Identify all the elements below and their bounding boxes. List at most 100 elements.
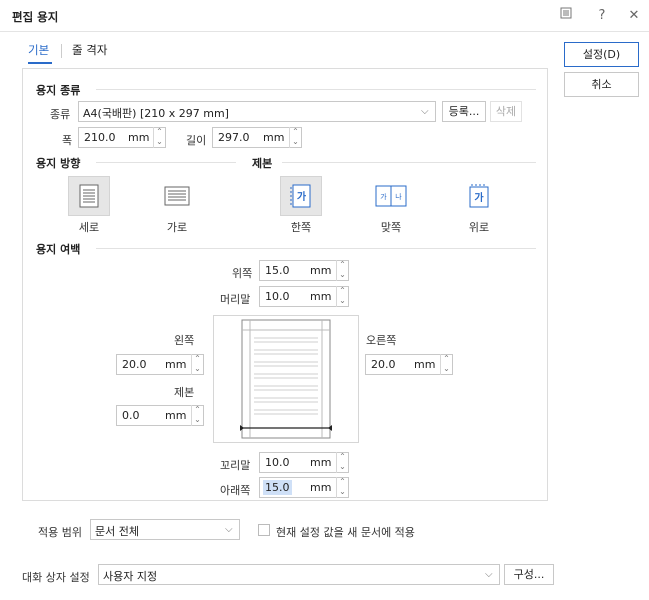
restore-icon[interactable]	[556, 6, 576, 26]
top-margin-value: 15.0	[265, 264, 290, 277]
dialog-setting-value: 사용자 지정	[103, 570, 158, 583]
unit: mm	[165, 358, 187, 371]
chevron-down-icon: ⌵	[225, 524, 233, 535]
binding-top-icon: 가	[469, 184, 489, 208]
paper-type-select[interactable]: A4(국배판) [210 x 297 mm] ⌵	[78, 101, 436, 122]
gutter-margin-stepper[interactable]: ⌃ ⌄	[191, 405, 203, 426]
delete-button[interactable]: 삭제	[490, 101, 522, 122]
tab-basic[interactable]: 기본	[28, 42, 49, 58]
unit: mm	[165, 409, 187, 422]
binding-facing-label: 맞쪽	[380, 221, 402, 234]
length-label: 길이	[186, 134, 207, 147]
length-stepper[interactable]: ⌃ ⌄	[289, 127, 301, 148]
portrait-label: 세로	[78, 221, 100, 234]
top-margin-field[interactable]: 15.0 mm ⌃ ⌄	[259, 260, 349, 281]
paper-type-title: 용지 종류	[36, 84, 81, 97]
dialog-setting-label: 대화 상자 설정	[22, 571, 90, 584]
right-margin-label: 오른쪽	[366, 334, 397, 347]
right-margin-value: 20.0	[371, 358, 396, 371]
margin-preview	[213, 315, 359, 443]
footer-margin-field[interactable]: 10.0 mm ⌃ ⌄	[259, 452, 349, 473]
apply-new-doc-label: 현재 설정 값을 새 문서에 적용	[276, 526, 415, 539]
portrait-page-icon	[79, 184, 99, 208]
divider	[282, 162, 536, 163]
unit: mm	[310, 290, 332, 303]
width-label: 폭	[62, 134, 73, 147]
ok-button[interactable]: 설정(D)	[564, 42, 639, 67]
unit: mm	[310, 456, 332, 469]
gutter-margin-label: 제본	[174, 386, 195, 399]
bottom-margin-stepper[interactable]: ⌃ ⌄	[336, 477, 348, 498]
divider	[96, 89, 536, 90]
close-icon[interactable]: ✕	[624, 6, 644, 26]
width-stepper[interactable]: ⌃ ⌄	[153, 127, 165, 148]
binding-single-option[interactable]: 가	[280, 176, 322, 216]
landscape-page-icon	[164, 186, 190, 206]
unit: mm	[310, 264, 332, 277]
orientation-title: 용지 방향	[36, 157, 81, 170]
left-margin-value: 20.0	[122, 358, 147, 371]
binding-single-icon: 가	[290, 184, 311, 208]
left-margin-stepper[interactable]: ⌃ ⌄	[191, 354, 203, 375]
register-button[interactable]: 등록...	[442, 101, 486, 122]
footer-margin-stepper[interactable]: ⌃ ⌄	[336, 452, 348, 473]
apply-range-select[interactable]: 문서 전체 ⌵	[90, 519, 240, 540]
page-preview-graphic	[240, 319, 332, 439]
svg-text:가: 가	[380, 192, 387, 201]
left-margin-field[interactable]: 20.0 mm ⌃ ⌄	[116, 354, 204, 375]
landscape-option[interactable]	[156, 176, 198, 216]
landscape-label: 가로	[166, 221, 188, 234]
binding-single-label: 한쪽	[290, 221, 312, 234]
header-margin-label: 머리말	[220, 293, 251, 306]
bottom-margin-value: 15.0	[263, 480, 292, 495]
tab-line-grid[interactable]: 줄 격자	[72, 42, 107, 58]
portrait-option[interactable]	[68, 176, 110, 216]
width-value: 210.0	[84, 131, 116, 144]
length-unit: mm	[263, 131, 285, 144]
top-margin-stepper[interactable]: ⌃ ⌄	[336, 260, 348, 281]
apply-range-label: 적용 범위	[38, 526, 82, 539]
help-icon[interactable]: ?	[592, 6, 612, 26]
bottom-margin-field[interactable]: 15.0 mm ⌃ ⌄	[259, 477, 349, 498]
apply-new-doc-checkbox[interactable]	[258, 524, 270, 536]
width-field[interactable]: 210.0 mm ⌃ ⌄	[78, 127, 166, 148]
binding-top-label: 위로	[468, 221, 490, 234]
top-margin-label: 위쪽	[232, 267, 253, 280]
chevron-down-icon: ⌵	[421, 106, 429, 117]
title-bar	[0, 0, 649, 32]
header-margin-value: 10.0	[265, 290, 290, 303]
length-field[interactable]: 297.0 mm ⌃ ⌄	[212, 127, 302, 148]
configure-button[interactable]: 구성...	[504, 564, 554, 585]
chevron-down-icon: ⌵	[485, 569, 493, 580]
active-tab-indicator	[28, 62, 52, 64]
gutter-margin-value: 0.0	[122, 409, 140, 422]
tab-separator	[61, 44, 62, 58]
svg-text:나: 나	[395, 192, 402, 201]
divider	[96, 162, 236, 163]
header-margin-stepper[interactable]: ⌃ ⌄	[336, 286, 348, 307]
unit: mm	[310, 481, 332, 494]
footer-margin-value: 10.0	[265, 456, 290, 469]
right-margin-field[interactable]: 20.0 mm ⌃ ⌄	[365, 354, 453, 375]
width-unit: mm	[128, 131, 150, 144]
right-margin-stepper[interactable]: ⌃ ⌄	[440, 354, 452, 375]
margins-title: 용지 여백	[36, 243, 81, 256]
svg-text:가: 가	[474, 191, 484, 204]
left-margin-label: 왼쪽	[174, 334, 195, 347]
binding-title: 제본	[252, 157, 273, 170]
length-value: 297.0	[218, 131, 250, 144]
apply-range-value: 문서 전체	[95, 525, 139, 538]
dialog-setting-select[interactable]: 사용자 지정 ⌵	[98, 564, 500, 585]
unit: mm	[414, 358, 436, 371]
binding-facing-icon: 가나	[375, 185, 407, 207]
bottom-margin-label: 아래쪽	[220, 484, 251, 497]
divider	[96, 248, 536, 249]
binding-facing-option[interactable]: 가나	[370, 176, 412, 216]
binding-top-option[interactable]: 가	[458, 176, 500, 216]
gutter-margin-field[interactable]: 0.0 mm ⌃ ⌄	[116, 405, 204, 426]
svg-text:가: 가	[297, 190, 307, 203]
header-margin-field[interactable]: 10.0 mm ⌃ ⌄	[259, 286, 349, 307]
cancel-button[interactable]: 취소	[564, 72, 639, 97]
window-title: 편집 용지	[12, 10, 59, 24]
type-label: 종류	[50, 108, 71, 121]
